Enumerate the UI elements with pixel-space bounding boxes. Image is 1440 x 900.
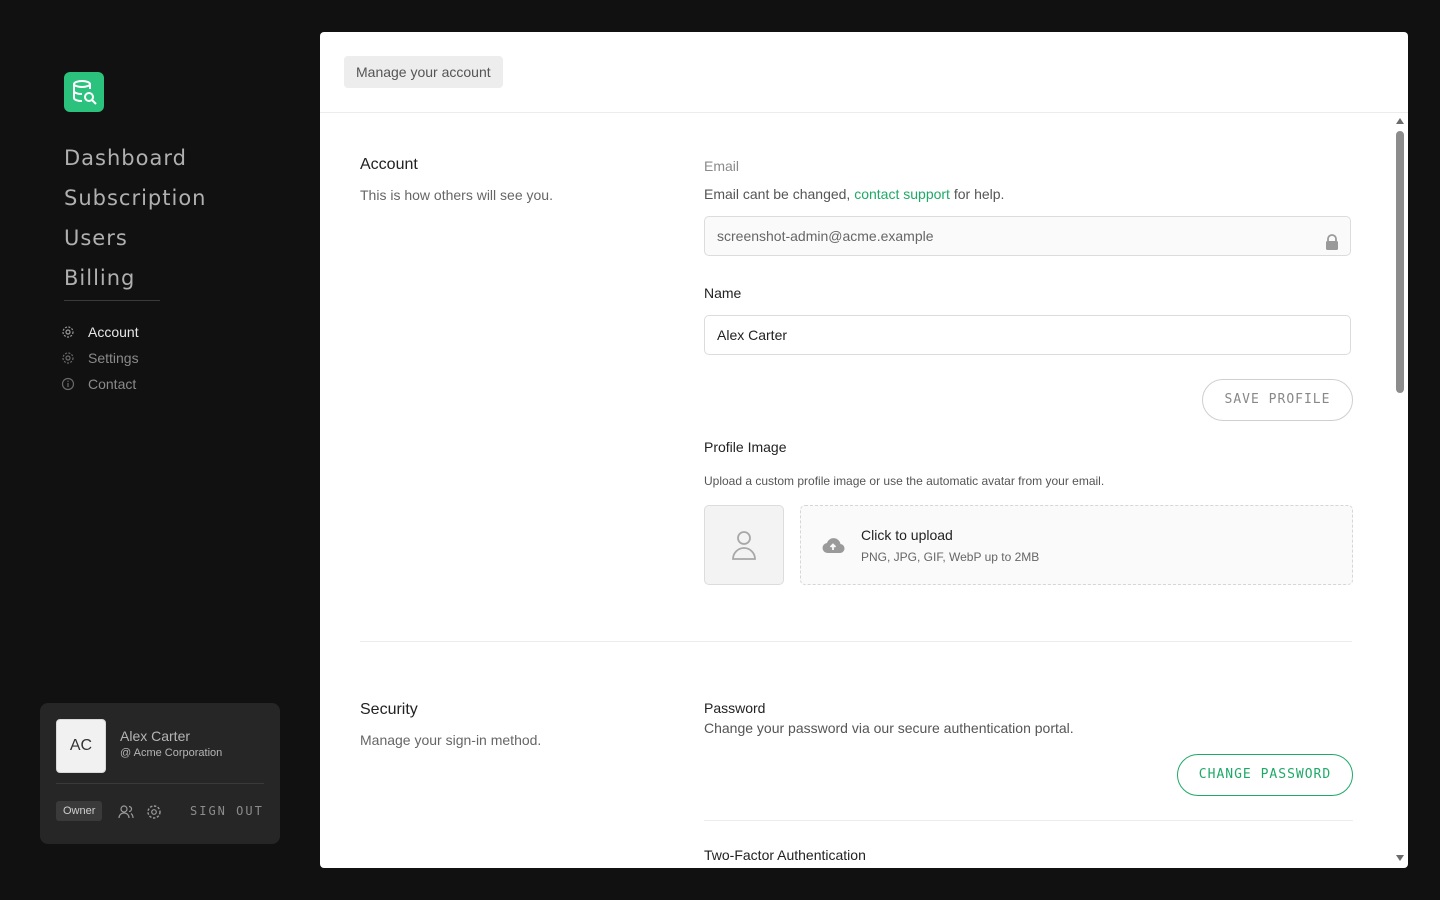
profile-image-preview: [704, 505, 784, 585]
email-help-prefix: Email cant be changed,: [704, 186, 851, 202]
user-name: Alex Carter: [120, 728, 191, 744]
scroll-area: Account This is how others will see you.…: [320, 113, 1408, 868]
sub-nav-contact-label: Contact: [88, 376, 137, 392]
settings-gear-icon[interactable]: [146, 804, 162, 820]
scroll-up-arrow-icon[interactable]: [1395, 117, 1405, 125]
user-icon: [732, 531, 756, 560]
security-section-title: Security: [360, 701, 418, 718]
upload-title: Click to upload: [861, 527, 953, 543]
sub-nav: Account Settings Contact: [60, 319, 260, 397]
nav-dashboard[interactable]: Dashboard: [64, 138, 204, 178]
sub-nav-settings[interactable]: Settings: [60, 345, 260, 371]
gear-icon: [60, 350, 76, 366]
change-password-button[interactable]: CHANGE PASSWORD: [1177, 754, 1353, 796]
scroll-thumb[interactable]: [1396, 131, 1404, 393]
profile-image-label: Profile Image: [704, 439, 787, 455]
sub-nav-settings-label: Settings: [88, 350, 139, 366]
two-factor-label: Two-Factor Authentication: [704, 847, 866, 863]
name-label: Name: [704, 285, 742, 301]
profile-image-help: Upload a custom profile image or use the…: [704, 474, 1105, 488]
user-org: @ Acme Corporation: [120, 747, 223, 759]
section-divider: [360, 641, 1352, 642]
scroll-down-arrow-icon[interactable]: [1395, 854, 1405, 862]
nav-billing[interactable]: Billing: [64, 258, 204, 298]
nav-users[interactable]: Users: [64, 218, 204, 258]
sign-out-button[interactable]: SIGN OUT: [190, 801, 264, 821]
password-label: Password: [704, 700, 766, 716]
info-icon: [60, 376, 76, 392]
sub-nav-account[interactable]: Account: [60, 319, 260, 345]
upload-subtitle: PNG, JPG, GIF, WebP up to 2MB: [861, 550, 1040, 564]
contact-support-link[interactable]: contact support: [854, 186, 950, 202]
users-icon[interactable]: [118, 804, 134, 820]
main-panel: Manage your account Account This is how …: [320, 32, 1408, 868]
card-divider: [56, 783, 264, 784]
email-help: Email cant be changed, contact support f…: [704, 186, 1004, 202]
nav-subscription[interactable]: Subscription: [64, 178, 205, 218]
upload-dropzone[interactable]: Click to upload PNG, JPG, GIF, WebP up t…: [800, 505, 1353, 585]
account-section-title: Account: [360, 156, 418, 173]
breadcrumb[interactable]: Manage your account: [344, 56, 503, 88]
save-profile-button[interactable]: SAVE PROFILE: [1202, 379, 1353, 421]
role-badge: Owner: [56, 801, 103, 821]
sub-nav-contact[interactable]: Contact: [60, 371, 260, 397]
user-card: AC Alex Carter @ Acme Corporation Owner …: [40, 703, 280, 844]
sub-nav-account-label: Account: [88, 324, 139, 340]
app-logo[interactable]: [64, 72, 104, 112]
main-nav: Dashboard Subscription Users Billing: [64, 138, 205, 298]
panel-header: Manage your account: [320, 32, 1408, 113]
nav-divider: [64, 300, 160, 301]
email-help-suffix: for help.: [953, 186, 1005, 202]
lock-icon: [1324, 227, 1340, 250]
row-divider: [704, 820, 1353, 821]
avatar[interactable]: AC: [56, 719, 106, 773]
scrollbar[interactable]: [1392, 113, 1408, 868]
name-field[interactable]: Alex Carter: [704, 315, 1351, 355]
email-label: Email: [704, 158, 740, 174]
gear-icon: [60, 324, 76, 340]
password-help: Change your password via our secure auth…: [704, 720, 1074, 736]
email-field-value: screenshot-admin@acme.example: [717, 228, 934, 244]
account-section-subtitle: This is how others will see you.: [360, 187, 553, 203]
email-field[interactable]: screenshot-admin@acme.example: [704, 216, 1351, 256]
database-search-icon: [73, 80, 97, 105]
cloud-upload-icon: [821, 534, 845, 558]
security-section-subtitle: Manage your sign-in method.: [360, 732, 542, 748]
name-field-value: Alex Carter: [717, 327, 788, 343]
